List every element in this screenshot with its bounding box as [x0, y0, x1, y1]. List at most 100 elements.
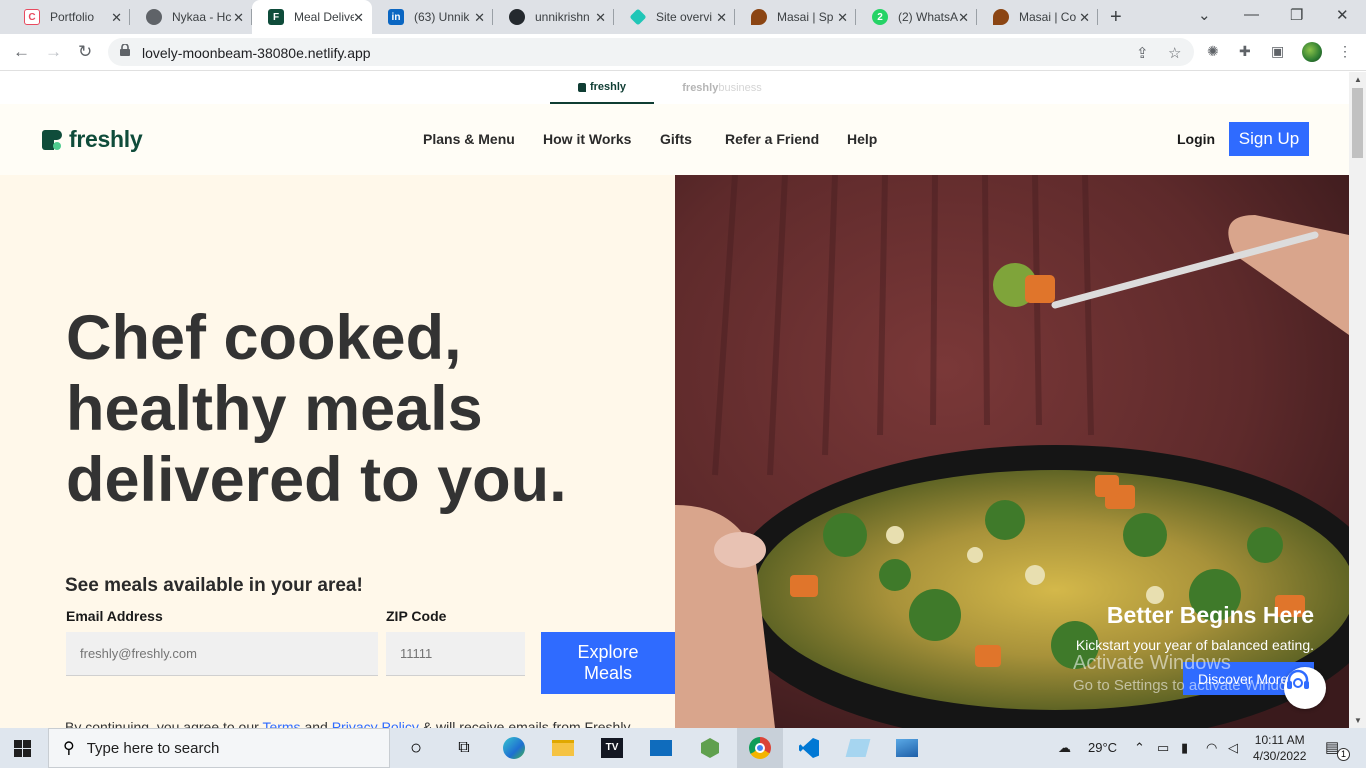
brand-switcher: freshly freshly business: [0, 72, 1349, 104]
wifi-icon[interactable]: ◠: [1206, 740, 1217, 756]
close-icon[interactable]: ✕: [1079, 10, 1090, 26]
forward-icon[interactable]: →: [45, 42, 62, 62]
tab-title: Portfolio: [50, 10, 95, 24]
tab-portfolio[interactable]: C Portfolio ✕: [8, 0, 130, 34]
notification-count-badge: 1: [1337, 748, 1350, 761]
activate-windows-hint: Go to Settings to activate Windows.: [1073, 677, 1310, 694]
linkedin-icon: in: [388, 9, 404, 25]
brand-tab-label: freshly: [682, 82, 719, 94]
system-clock[interactable]: 10:11 AM 4/30/2022: [1253, 732, 1306, 764]
close-icon[interactable]: ✕: [233, 10, 244, 26]
restore-icon[interactable]: ❐: [1290, 6, 1303, 24]
lock-icon: [120, 44, 130, 56]
tradingview-icon[interactable]: TV: [599, 736, 625, 760]
hero-headline: Chef cooked, healthy meals delivered to …: [66, 303, 567, 515]
tab-search-chevron-icon[interactable]: ⌄: [1198, 6, 1211, 24]
close-icon[interactable]: ✕: [837, 10, 848, 26]
close-icon[interactable]: ✕: [595, 10, 606, 26]
new-tab-icon[interactable]: +: [1110, 6, 1122, 29]
side-panel-icon[interactable]: ▣: [1271, 43, 1289, 61]
url-text[interactable]: lovely-moonbeam-38080e.netlify.app: [142, 45, 371, 61]
tab-title: (63) Unnik: [414, 10, 470, 24]
tab-whatsapp[interactable]: 2 (2) WhatsA ✕: [856, 0, 977, 34]
device-icon[interactable]: ▭: [1157, 740, 1169, 756]
extension-bug-icon[interactable]: ✺: [1207, 43, 1225, 61]
scrollbar-thumb[interactable]: [1352, 88, 1363, 158]
minimize-icon[interactable]: —: [1244, 6, 1259, 23]
profile-avatar[interactable]: [1302, 42, 1322, 62]
brand-tab-freshly[interactable]: freshly: [550, 72, 654, 104]
close-icon[interactable]: ✕: [353, 10, 364, 26]
explore-meals-button[interactable]: Explore Meals: [541, 632, 675, 694]
weather-temperature[interactable]: 29°C: [1088, 740, 1117, 755]
share-icon[interactable]: ⇪: [1136, 44, 1149, 62]
scroll-down-icon[interactable]: ▼: [1354, 716, 1362, 725]
tab-nykaa[interactable]: Nykaa - Hc ✕: [130, 0, 252, 34]
tab-title: Nykaa - Hc: [172, 10, 232, 24]
hero-subhead: See meals available in your area!: [65, 575, 363, 596]
support-chat-button[interactable]: [1284, 667, 1326, 709]
explore-meals-label: Explore Meals: [577, 642, 639, 683]
page-scrollbar[interactable]: ▲ ▼: [1349, 72, 1366, 728]
reload-icon[interactable]: ↻: [78, 42, 92, 62]
omnibox[interactable]: lovely-moonbeam-38080e.netlify.app ⇪ ☆: [108, 38, 1194, 66]
tab-netlify[interactable]: Site overvi ✕: [614, 0, 735, 34]
weather-icon[interactable]: ☁: [1058, 740, 1071, 756]
vscode-icon[interactable]: [796, 736, 822, 760]
privacy-policy-link[interactable]: Privacy Policy: [332, 719, 419, 728]
file-explorer-icon[interactable]: [550, 736, 576, 760]
nav-how-it-works[interactable]: How it Works: [543, 131, 631, 147]
edge-icon[interactable]: [501, 736, 527, 760]
chrome-icon[interactable]: [747, 736, 773, 760]
tab-meal-delivery[interactable]: F Meal Delive ✕: [252, 0, 372, 34]
notepad-icon[interactable]: [845, 736, 871, 760]
zip-field[interactable]: [386, 632, 525, 676]
nav-gifts[interactable]: Gifts: [660, 131, 692, 147]
windows-taskbar: ⚲ Type here to search ○ ⧉ TV ☁ 29°C ⌃ ▭ …: [0, 728, 1366, 768]
email-field[interactable]: [66, 632, 378, 676]
tab-linkedin[interactable]: in (63) Unnik ✕: [372, 0, 493, 34]
extensions-puzzle-icon[interactable]: ✚: [1239, 43, 1257, 61]
email-label: Email Address: [66, 608, 163, 624]
cortana-icon[interactable]: ○: [403, 736, 429, 760]
close-icon[interactable]: ✕: [111, 10, 122, 26]
mail-icon[interactable]: [648, 736, 674, 760]
close-icon[interactable]: ✕: [958, 10, 969, 26]
nav-plans-menu[interactable]: Plans & Menu: [423, 131, 515, 147]
tab-title: Site overvi: [656, 10, 713, 24]
taskbar-search-box[interactable]: ⚲ Type here to search: [48, 728, 390, 768]
terms-link[interactable]: Terms: [262, 719, 300, 728]
back-icon[interactable]: ←: [13, 42, 30, 62]
close-icon[interactable]: ✕: [474, 10, 485, 26]
windows-start-icon[interactable]: [14, 740, 31, 757]
photos-icon[interactable]: [894, 736, 920, 760]
tab-masai-sprint[interactable]: Masai | Sp ✕: [735, 0, 856, 34]
bookmark-star-icon[interactable]: ☆: [1168, 44, 1181, 62]
scroll-up-icon[interactable]: ▲: [1354, 75, 1362, 84]
logo-text: freshly: [69, 126, 143, 152]
headset-icon: [1287, 669, 1309, 689]
nav-refer-a-friend[interactable]: Refer a Friend: [725, 131, 819, 147]
netlify-icon: [629, 8, 647, 26]
nodejs-icon[interactable]: [697, 736, 723, 760]
signup-button[interactable]: Sign Up: [1229, 122, 1309, 156]
tab-github[interactable]: unnikrishn ✕: [493, 0, 614, 34]
menu-kebab-icon[interactable]: ⋮: [1338, 43, 1356, 61]
login-link[interactable]: Login: [1177, 131, 1215, 147]
close-window-icon[interactable]: ✕: [1336, 6, 1349, 24]
browser-tab-bar: C Portfolio ✕ Nykaa - Hc ✕ F Meal Delive…: [0, 0, 1366, 34]
tab-masai-course[interactable]: Masai | Co ✕: [977, 0, 1098, 34]
freshly-logo[interactable]: freshly: [42, 126, 143, 153]
freshly-logo-icon: [42, 129, 62, 150]
task-view-icon[interactable]: ⧉: [451, 736, 477, 760]
search-placeholder: Type here to search: [86, 739, 220, 757]
show-hidden-icons-chevron-icon[interactable]: ⌃: [1134, 740, 1145, 756]
hero-food-image: Better Begins Here Kickstart your year o…: [675, 175, 1349, 728]
volume-icon[interactable]: ◁: [1228, 740, 1238, 756]
web-page: freshly freshly business freshly Plans & …: [0, 72, 1349, 728]
tab-title: Masai | Co: [1019, 10, 1077, 24]
close-icon[interactable]: ✕: [716, 10, 727, 26]
brand-tab-freshly-business[interactable]: freshly business: [654, 72, 790, 104]
nav-help[interactable]: Help: [847, 131, 877, 147]
battery-icon[interactable]: ▮: [1181, 740, 1188, 756]
